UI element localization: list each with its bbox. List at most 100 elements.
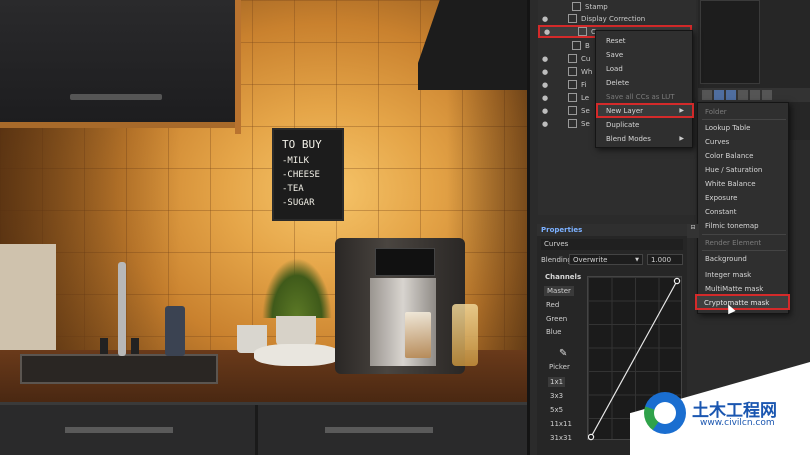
chalkboard: TO BUY -MILK -CHEESE -TEA -SUGAR	[272, 128, 344, 221]
layer-label: Cu	[581, 54, 591, 63]
submenu-item-exposure[interactable]: Exposure	[705, 194, 737, 202]
submenu-item-cryptomatte-mask[interactable]: Cryptomatte mask	[695, 294, 790, 310]
submenu-item-white-balance[interactable]: White Balance	[705, 180, 756, 188]
submenu-item-background[interactable]: Background	[705, 255, 747, 263]
submenu-item-label: Cryptomatte mask	[704, 299, 770, 307]
layer-icon	[568, 106, 577, 115]
eye-icon[interactable]: ●	[542, 55, 554, 63]
add-layer-button[interactable]	[714, 90, 724, 100]
save-button[interactable]	[738, 90, 748, 100]
menu-item-save-all-ccs: Save all CCs as LUT	[606, 93, 675, 101]
submenu-item-constant[interactable]: Constant	[705, 208, 736, 216]
plates	[254, 344, 340, 366]
layer-name-field[interactable]: Curves	[541, 239, 683, 250]
layer-label: Fi	[581, 80, 587, 89]
layer-label: Se	[581, 106, 590, 115]
coffee-machine-display	[375, 248, 435, 276]
submenu-arrow-icon: ▶	[679, 107, 684, 114]
menu-item-delete[interactable]: Delete	[606, 79, 629, 87]
layer-icon	[572, 2, 581, 11]
eye-icon[interactable]: ●	[542, 15, 554, 23]
menu-item-duplicate[interactable]: Duplicate	[606, 121, 639, 129]
cabinet-handle	[70, 94, 162, 100]
eyedropper-icon[interactable]: ✎	[559, 348, 567, 359]
channel-master[interactable]: Master	[544, 286, 574, 296]
upper-cabinet	[0, 0, 235, 128]
folder-button[interactable]	[726, 90, 736, 100]
layer-context-menu: Reset Save Load Delete Save all CCs as L…	[595, 30, 694, 148]
load-button[interactable]	[750, 90, 760, 100]
curve-point[interactable]	[673, 277, 681, 285]
channel-green[interactable]: Green	[546, 315, 567, 323]
submenu-item-lookup-table[interactable]: Lookup Table	[705, 124, 750, 132]
cabinet-divider	[255, 405, 258, 455]
picker-size-5x5[interactable]: 5x5	[550, 406, 563, 414]
layer-icon	[572, 41, 581, 50]
layer-icon	[568, 80, 577, 89]
layer-row[interactable]: ● Display Correction	[538, 12, 696, 25]
faucet-knob	[131, 338, 139, 354]
layer-label: Wh	[581, 67, 593, 76]
render-viewport: TO BUY -MILK -CHEESE -TEA -SUGAR	[0, 0, 527, 455]
history-list	[700, 0, 760, 84]
faucet	[118, 262, 126, 356]
submenu-item-multimatte-mask[interactable]: MultiMatte mask	[705, 285, 763, 293]
menu-item-load[interactable]: Load	[606, 65, 623, 73]
eye-icon[interactable]: ●	[542, 94, 554, 102]
eye-icon[interactable]: ●	[542, 107, 554, 115]
glass-jar	[452, 304, 478, 366]
layer-icon	[568, 93, 577, 102]
cabinet-handle	[65, 427, 173, 433]
chalkboard-line: TO BUY	[282, 138, 322, 151]
lower-cabinet	[0, 402, 527, 455]
eye-icon[interactable]: ●	[544, 28, 556, 36]
toolbar-button[interactable]	[702, 90, 712, 100]
separator	[702, 119, 786, 120]
blending-opacity-field[interactable]: 1.000	[647, 254, 683, 265]
layer-label: Se	[581, 119, 590, 128]
separator	[702, 250, 786, 251]
channel-red[interactable]: Red	[546, 301, 559, 309]
picker-size-3x3[interactable]: 3x3	[550, 392, 563, 400]
channel-blue[interactable]: Blue	[546, 328, 562, 336]
curve-point[interactable]	[588, 433, 595, 441]
layer-label: Display Correction	[581, 14, 646, 23]
cabinet-handle	[325, 427, 433, 433]
eye-icon[interactable]: ●	[542, 81, 554, 89]
submenu-item-hue-saturation[interactable]: Hue / Saturation	[705, 166, 762, 174]
menu-item-label: New Layer	[606, 107, 644, 115]
layer-label: Stamp	[585, 2, 608, 11]
eye-icon[interactable]: ●	[542, 120, 554, 128]
watermark-url: www.civilcn.com	[700, 418, 775, 428]
plant-pot	[276, 316, 316, 346]
chalkboard-line: -MILK	[282, 156, 310, 166]
menu-item-new-layer[interactable]: New Layer ▶	[596, 103, 694, 118]
picker-size-1x1[interactable]: 1x1	[548, 377, 566, 387]
submenu-item-color-balance[interactable]: Color Balance	[705, 152, 753, 160]
submenu-item-filmic-tonemap[interactable]: Filmic tonemap	[705, 222, 759, 230]
chalkboard-line: -CHEESE	[282, 170, 320, 180]
layer-icon	[568, 119, 577, 128]
curves-icon	[578, 27, 587, 36]
new-layer-submenu: Folder Lookup Table Curves Color Balance…	[695, 102, 790, 314]
blending-mode-select[interactable]: Overwrite ▼	[569, 254, 643, 265]
layer-icon	[568, 67, 577, 76]
menu-item-blend-modes[interactable]: Blend Modes	[606, 135, 651, 143]
submenu-header-folder: Folder	[705, 108, 727, 116]
separator	[702, 234, 786, 235]
soap-bottle	[165, 306, 185, 356]
submenu-item-curves[interactable]: Curves	[705, 138, 729, 146]
delete-button[interactable]	[762, 90, 772, 100]
properties-title: Properties	[537, 224, 687, 236]
menu-item-save[interactable]: Save	[606, 51, 623, 59]
eye-icon[interactable]: ●	[542, 68, 554, 76]
submenu-header-render-element: Render Element	[705, 239, 762, 247]
panel-options-icon[interactable]: ⊟	[687, 224, 699, 238]
chalkboard-line: -TEA	[282, 184, 304, 194]
menu-item-reset[interactable]: Reset	[606, 37, 626, 45]
submenu-item-integer-mask[interactable]: Integer mask	[705, 271, 751, 279]
layer-label: Le	[581, 93, 590, 102]
picker-size-31x31[interactable]: 31x31	[550, 434, 572, 442]
latte-cup	[405, 312, 431, 358]
picker-size-11x11[interactable]: 11x11	[550, 420, 572, 428]
